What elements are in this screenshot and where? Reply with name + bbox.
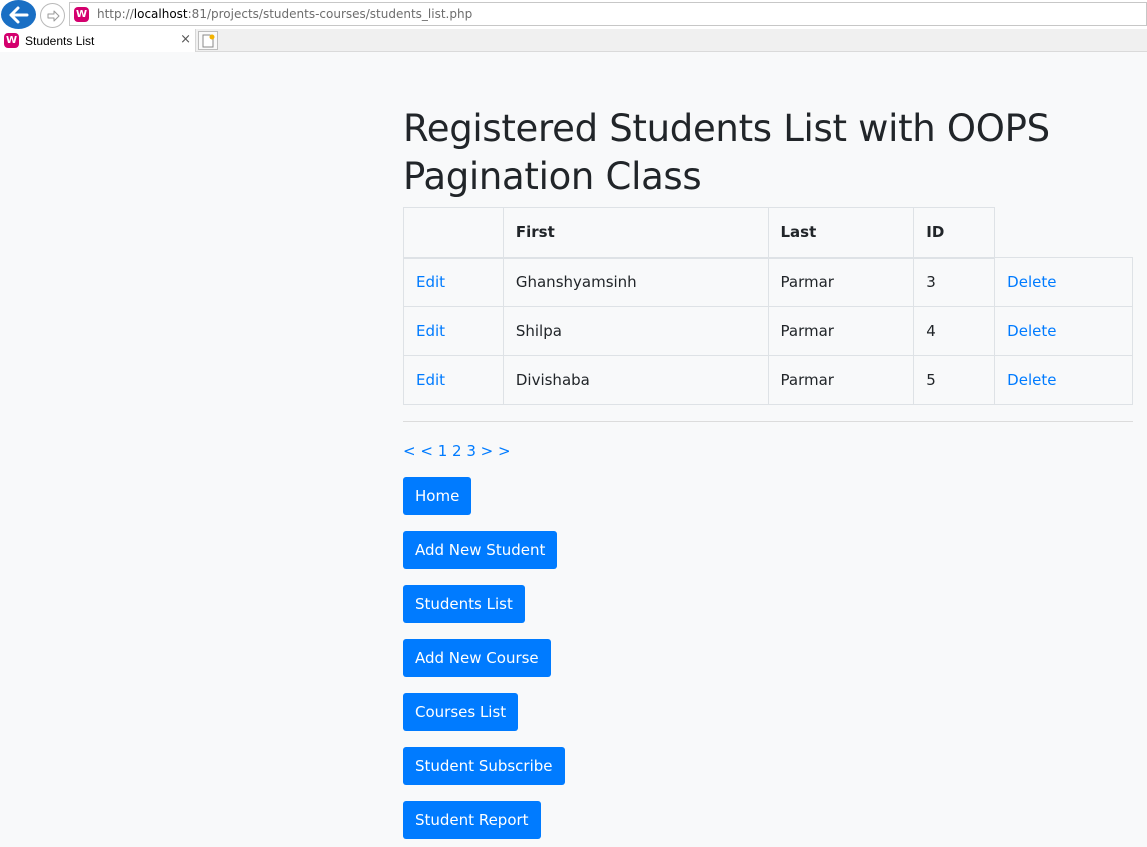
header-actions-edit: [403, 207, 504, 259]
edit-link[interactable]: Edit: [416, 322, 445, 340]
pagination-page-1[interactable]: 1: [438, 442, 448, 460]
pagination-next[interactable]: > >: [481, 442, 511, 460]
new-tab-button[interactable]: [198, 31, 218, 50]
table-row: Edit Ghanshyamsinh Parmar 3 Delete: [403, 257, 1133, 307]
back-button[interactable]: [1, 0, 36, 29]
header-last: Last: [767, 207, 915, 259]
last-name-cell: Parmar: [767, 306, 915, 356]
back-arrow-icon: [9, 6, 28, 23]
edit-link[interactable]: Edit: [416, 273, 445, 291]
id-cell: 3: [913, 257, 996, 307]
divider: [403, 421, 1133, 422]
main-content: Registered Students List with OOPS Pagin…: [403, 105, 1133, 847]
delete-link[interactable]: Delete: [1007, 322, 1056, 340]
pagination-page-2[interactable]: 2: [452, 442, 462, 460]
new-tab-icon: [202, 34, 215, 47]
add-new-course-button[interactable]: Add New Course: [403, 639, 551, 677]
id-cell: 5: [913, 355, 996, 405]
header-id: ID: [913, 207, 996, 259]
pagination-prev[interactable]: < <: [403, 442, 433, 460]
table-header-row: First Last ID: [403, 207, 1133, 259]
first-name-cell: Ghanshyamsinh: [502, 257, 769, 307]
first-name-cell: Divishaba: [502, 355, 769, 405]
url-field[interactable]: W http://localhost:81/projects/students-…: [69, 2, 1147, 26]
last-name-cell: Parmar: [767, 257, 915, 307]
tab-favicon-icon: W: [4, 33, 19, 48]
header-actions-delete: [994, 207, 1133, 258]
student-report-button[interactable]: Student Report: [403, 801, 541, 839]
table-row: Edit Shilpa Parmar 4 Delete: [403, 306, 1133, 356]
id-cell: 4: [913, 306, 996, 356]
tab-bar: W Students List ×: [0, 29, 1147, 52]
edit-link[interactable]: Edit: [416, 371, 445, 389]
courses-list-button[interactable]: Courses List: [403, 693, 519, 731]
first-name-cell: Shilpa: [502, 306, 769, 356]
students-list-button[interactable]: Students List: [403, 585, 525, 623]
header-first: First: [502, 207, 769, 259]
add-new-student-button[interactable]: Add New Student: [403, 531, 558, 569]
page-title: Registered Students List with OOPS Pagin…: [403, 107, 1050, 198]
forward-button[interactable]: [40, 3, 65, 28]
site-favicon-icon: W: [74, 6, 89, 22]
table-row: Edit Divishaba Parmar 5 Delete: [403, 355, 1133, 405]
tab-title: Students List: [25, 33, 95, 48]
delete-link[interactable]: Delete: [1007, 371, 1056, 389]
url-text: http://localhost:81/projects/students-co…: [97, 7, 473, 21]
home-button[interactable]: Home: [403, 477, 472, 515]
pagination-page-3[interactable]: 3: [466, 442, 476, 460]
pagination: < < 1 2 3 > >: [403, 442, 1133, 460]
address-bar-row: W http://localhost:81/projects/students-…: [0, 0, 1147, 29]
forward-arrow-icon: [47, 10, 59, 21]
student-subscribe-button[interactable]: Student Subscribe: [403, 747, 565, 785]
students-table: First Last ID Edit Ghanshyamsinh Parmar …: [403, 207, 1133, 405]
last-name-cell: Parmar: [767, 355, 915, 405]
tab-students-list[interactable]: W Students List ×: [0, 29, 196, 52]
tab-close-icon[interactable]: ×: [180, 32, 191, 47]
delete-link[interactable]: Delete: [1007, 273, 1056, 291]
